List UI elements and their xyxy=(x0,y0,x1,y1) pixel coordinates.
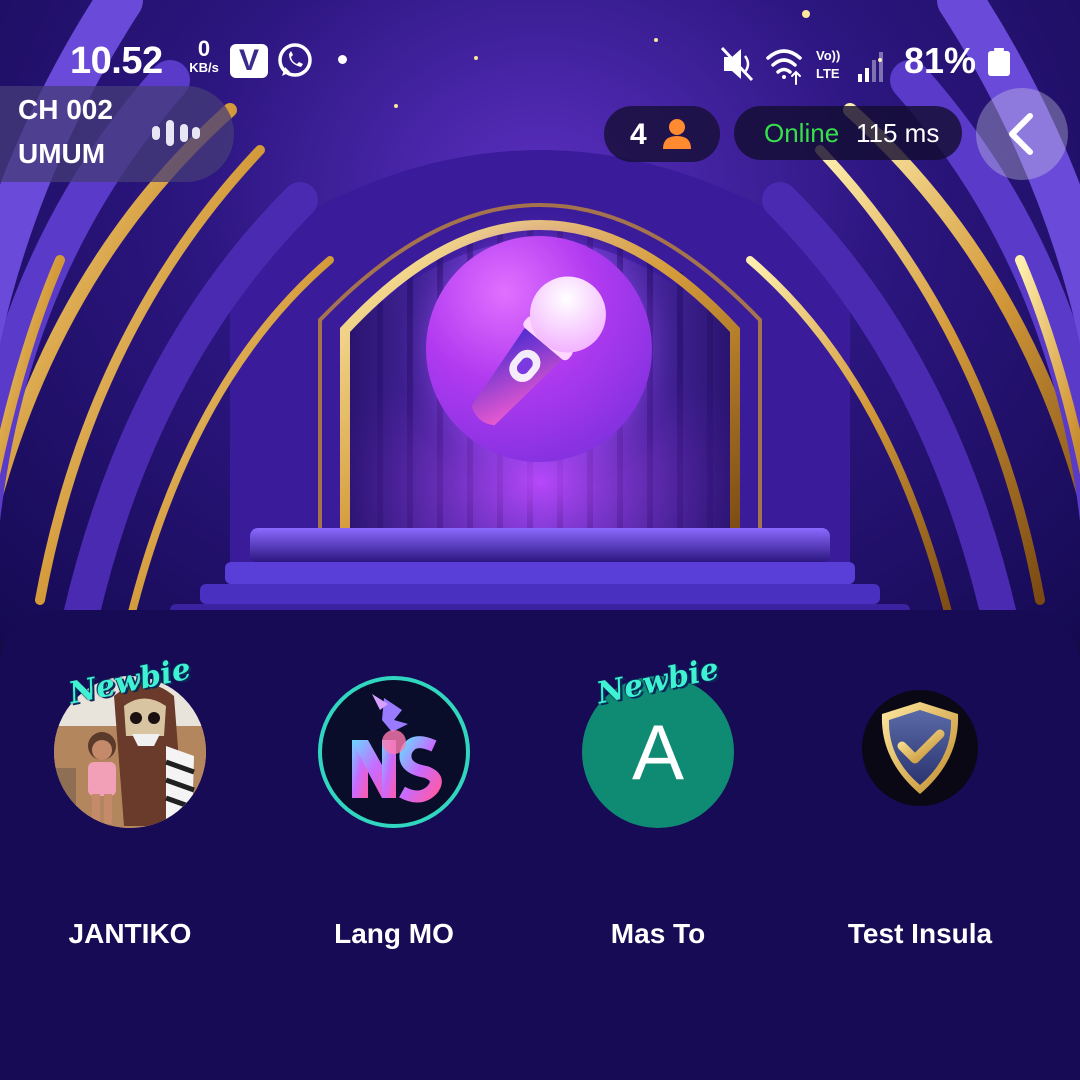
status-bar: 10.52 0 KB/s V Vo)) LTE 81% xyxy=(0,30,1080,90)
chevron-left-icon xyxy=(1009,113,1033,155)
whatsapp-icon xyxy=(276,42,314,85)
vivo-icon: V xyxy=(230,44,268,78)
shield-check-icon xyxy=(881,702,959,794)
channel-code: CH 002 xyxy=(18,94,113,125)
microphone-button[interactable] xyxy=(426,236,652,462)
wifi-icon xyxy=(766,49,802,85)
notification-dot xyxy=(338,55,347,64)
back-button[interactable] xyxy=(976,88,1068,180)
volte-icon: Vo)) LTE xyxy=(816,48,840,81)
battery-percentage: 81% xyxy=(904,40,977,81)
battery-icon xyxy=(988,48,1010,76)
system-icons: Vo)) LTE xyxy=(720,42,900,91)
avatar-test-insula xyxy=(862,690,978,806)
online-label: Online xyxy=(764,118,840,148)
avatar-lang-mo xyxy=(318,676,470,828)
connection-status: Online 115 ms xyxy=(734,106,962,160)
seat-name: JANTIKO xyxy=(68,918,192,949)
seat-2[interactable]: Lang MO xyxy=(294,672,494,949)
channel-name: UMUM xyxy=(18,138,106,169)
signal-icon xyxy=(858,52,883,82)
ping-value: 115 ms xyxy=(856,118,940,148)
seat-name: Lang MO xyxy=(334,918,454,949)
network-speed-unit: KB/s xyxy=(189,60,219,75)
user-icon xyxy=(662,118,692,155)
svg-text:Vo)): Vo)) xyxy=(816,48,840,63)
user-count: 4 xyxy=(630,118,647,151)
svg-text:LTE: LTE xyxy=(816,66,840,81)
clock: 10.52 xyxy=(70,40,163,82)
mute-icon xyxy=(720,46,754,82)
microphone-icon xyxy=(471,276,606,426)
seat-4[interactable]: Test Insula xyxy=(820,672,1020,949)
seat-name: Mas To xyxy=(610,918,706,949)
audio-level-icon xyxy=(150,118,202,153)
online-users-counter[interactable]: 4 xyxy=(604,106,720,162)
seat-3[interactable]: A Newbie Mas To xyxy=(558,652,758,949)
seat-1[interactable]: Newbie JANTIKO xyxy=(30,652,230,949)
channel-info[interactable]: CH 002 UMUM xyxy=(0,86,234,182)
network-speed: 0 KB/s xyxy=(182,36,226,75)
network-speed-value: 0 xyxy=(197,36,211,61)
seats-panel: Newbie JANTIKO Lang MO A Newbie Mas To T… xyxy=(0,610,1080,1080)
seat-name: Test Insula xyxy=(847,918,993,949)
